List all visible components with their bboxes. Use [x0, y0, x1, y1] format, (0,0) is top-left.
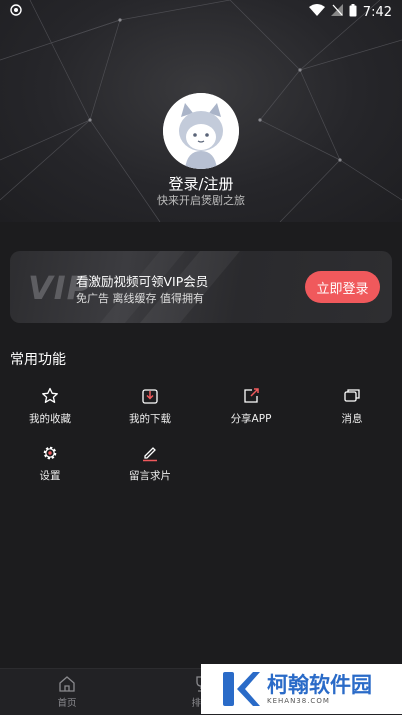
profile-header: 7:42 登录/注册 快来开启煲剧之旅 — [0, 0, 402, 222]
battery-icon — [349, 3, 357, 21]
nav-home-label: 首页 — [57, 698, 77, 709]
status-bar: 7:42 — [0, 0, 402, 24]
vip-subtitle: 免广告 离线缓存 值得拥有 — [76, 292, 204, 305]
avatar[interactable] — [163, 93, 239, 169]
share-app-label: 分享APP — [230, 413, 272, 425]
vip-title: 看激励视频可领VIP会员 — [76, 274, 209, 289]
settings-label: 设置 — [39, 470, 61, 482]
watermark-logo — [223, 672, 260, 706]
section-title: 常用功能 — [10, 352, 66, 368]
status-time: 7:42 — [362, 4, 392, 20]
favorites-item[interactable]: 我的收藏 — [10, 387, 90, 426]
download-icon — [141, 387, 159, 405]
app-notification-icon — [10, 4, 22, 20]
share-app-item[interactable]: 分享APP — [211, 387, 291, 426]
vip-promo-card[interactable]: VIP 看激励视频可领VIP会员 免广告 离线缓存 值得拥有 立即登录 — [10, 251, 392, 323]
site-watermark: 柯翰软件园 KEHAN38.COM — [201, 664, 402, 714]
login-subtitle: 快来开启煲剧之旅 — [157, 194, 245, 207]
messages-label: 消息 — [341, 413, 363, 425]
watermark-name: 柯翰软件园 — [267, 673, 372, 697]
downloads-item[interactable]: 我的下载 — [110, 387, 190, 426]
favorites-label: 我的收藏 — [29, 413, 71, 425]
request-movie-item[interactable]: 留言求片 — [110, 444, 190, 483]
messages-item[interactable]: 消息 — [312, 387, 392, 426]
home-icon — [58, 675, 76, 693]
settings-item[interactable]: 设置 — [10, 444, 90, 483]
wifi-icon — [308, 4, 325, 20]
message-icon — [343, 387, 361, 405]
watermark-url: KEHAN38.COM — [267, 697, 330, 705]
nav-home[interactable]: 首页 — [37, 675, 97, 709]
login-now-button[interactable]: 立即登录 — [305, 271, 380, 303]
login-register-link[interactable]: 登录/注册 — [0, 173, 402, 194]
request-movie-label: 留言求片 — [129, 470, 171, 482]
share-icon — [242, 387, 260, 405]
edit-icon — [141, 444, 159, 462]
downloads-label: 我的下载 — [129, 413, 171, 425]
signal-icon — [330, 4, 343, 20]
star-icon — [41, 387, 59, 405]
gear-icon — [41, 444, 59, 462]
